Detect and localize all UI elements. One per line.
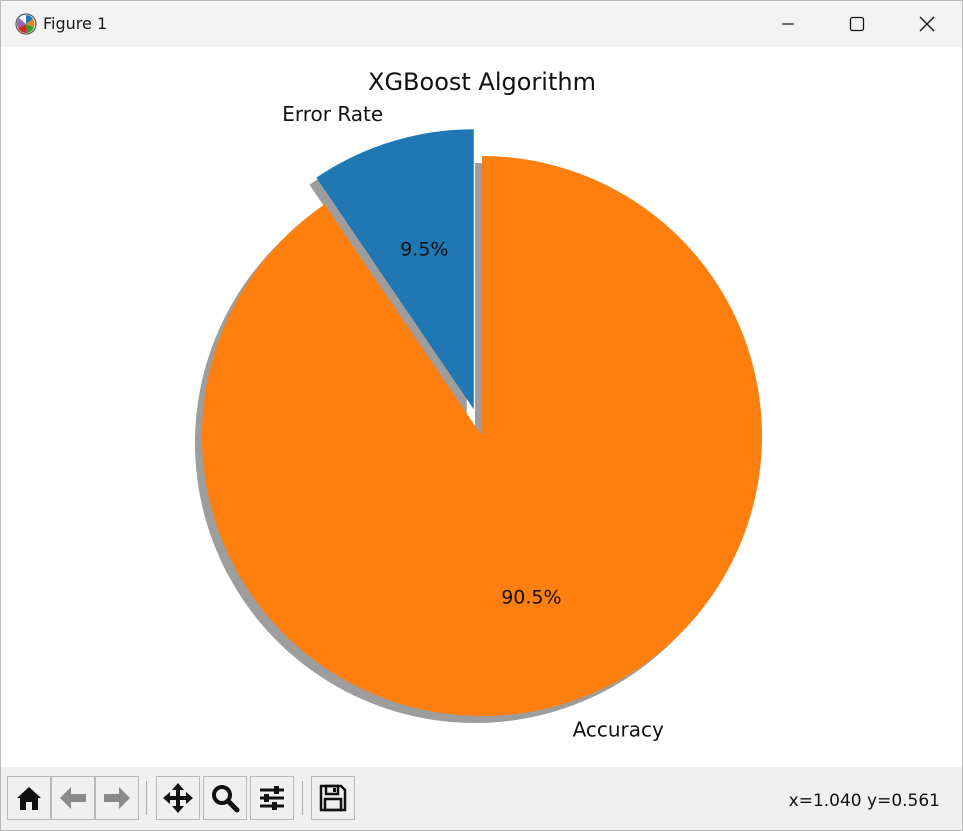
zoom-button[interactable] <box>203 776 247 820</box>
pie-label-error-rate: Error Rate <box>282 102 383 126</box>
chart-title: XGBoost Algorithm <box>368 68 596 96</box>
pie-label-accuracy: Accuracy <box>573 717 664 741</box>
cursor-coordinates: x=1.040 y=0.561 <box>788 791 940 811</box>
sliders-icon <box>260 786 284 810</box>
back-arrow-icon <box>60 787 86 809</box>
pie-percent-error-rate: 9.5% <box>400 239 448 261</box>
toolbar-separator <box>302 781 303 815</box>
toolbar-separator <box>146 781 147 815</box>
matplotlib-icon <box>15 13 37 35</box>
minimize-icon <box>782 23 794 25</box>
back-button[interactable] <box>51 776 95 820</box>
pie-wedge-accuracy <box>202 156 763 717</box>
close-icon <box>919 16 935 32</box>
save-icon <box>319 784 347 812</box>
forward-arrow-icon <box>104 787 130 809</box>
figure-canvas[interactable]: XGBoost Algorithm Error Rate 9.5% Accuracy… <box>1 47 962 767</box>
figure-window: Figure 1 XGBoost Algorithm Error Rate 9.5… <box>0 0 963 831</box>
title-bar[interactable]: Figure 1 <box>1 1 962 47</box>
zoom-icon <box>212 785 240 813</box>
pie-wedges <box>202 129 763 717</box>
maximize-button[interactable] <box>822 1 892 47</box>
pie-chart: XGBoost Algorithm Error Rate 9.5% Accuracy… <box>195 68 763 741</box>
pie-percent-accuracy: 90.5% <box>501 587 561 609</box>
maximize-icon <box>849 16 865 32</box>
close-button[interactable] <box>892 1 962 47</box>
pan-button[interactable] <box>156 776 200 820</box>
configure-subplots-button[interactable] <box>250 776 294 820</box>
home-button[interactable] <box>7 776 51 820</box>
save-button[interactable] <box>311 776 355 820</box>
navigation-toolbar: x=1.040 y=0.561 <box>1 767 962 830</box>
pan-icon <box>163 783 193 813</box>
forward-button[interactable] <box>95 776 139 820</box>
window-title: Figure 1 <box>43 14 108 33</box>
home-icon <box>17 787 41 810</box>
minimize-button[interactable] <box>753 1 823 47</box>
